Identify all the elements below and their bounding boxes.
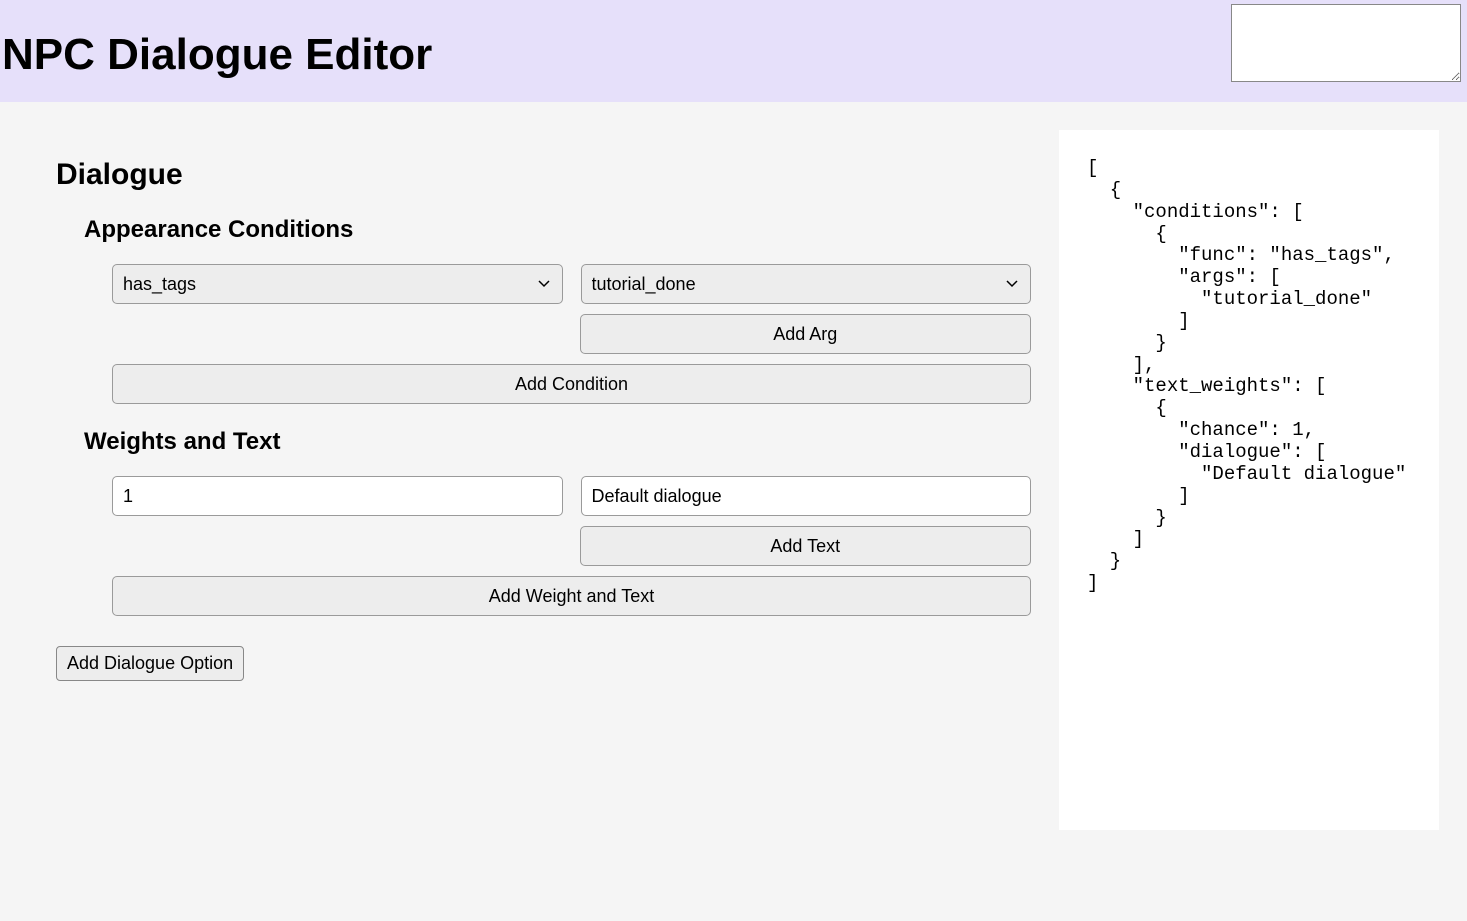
weight-chance-input[interactable] <box>112 476 563 516</box>
add-weight-button[interactable]: Add Weight and Text <box>112 576 1031 616</box>
dialogue-section-title: Dialogue <box>56 158 1031 192</box>
weights-title: Weights and Text <box>84 428 1031 456</box>
add-arg-button[interactable]: Add Arg <box>580 314 1032 354</box>
condition-func-select[interactable]: has_tags <box>112 264 563 304</box>
header-textarea[interactable] <box>1231 4 1461 82</box>
conditions-title: Appearance Conditions <box>84 216 1031 244</box>
json-preview-panel: [ { "conditions": [ { "func": "has_tags"… <box>1059 130 1439 830</box>
app-header: NPC Dialogue Editor <box>0 0 1467 102</box>
json-preview-text: [ { "conditions": [ { "func": "has_tags"… <box>1087 158 1411 595</box>
app-title: NPC Dialogue Editor <box>0 0 432 80</box>
add-text-button[interactable]: Add Text <box>580 526 1032 566</box>
condition-arg-select[interactable]: tutorial_done <box>581 264 1032 304</box>
weight-row <box>112 476 1031 516</box>
main-content: Dialogue Appearance Conditions has_tags … <box>0 102 1467 858</box>
editor-panel: Dialogue Appearance Conditions has_tags … <box>28 130 1031 681</box>
add-dialogue-option-button[interactable]: Add Dialogue Option <box>56 646 244 681</box>
weight-dialogue-input[interactable] <box>581 476 1032 516</box>
condition-row: has_tags tutorial_done <box>112 264 1031 304</box>
add-condition-button[interactable]: Add Condition <box>112 364 1031 404</box>
